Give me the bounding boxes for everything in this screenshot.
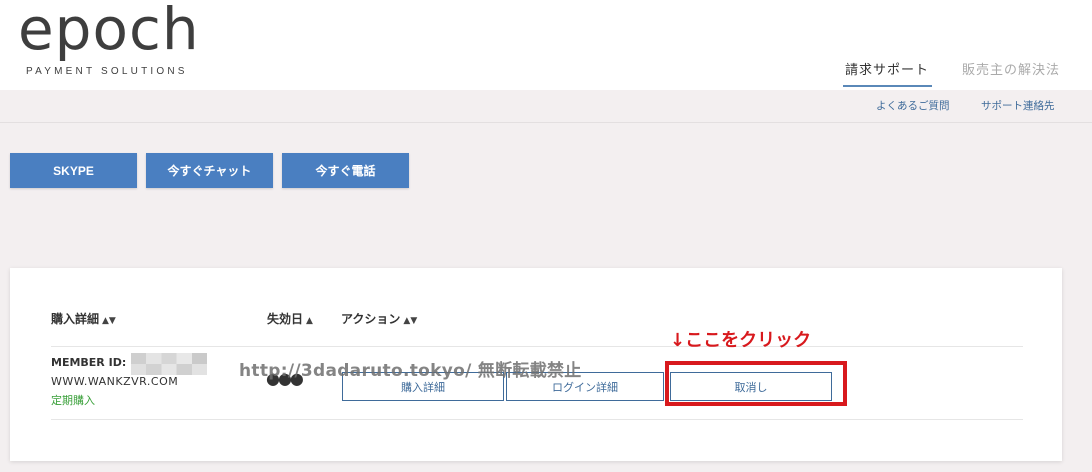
member-id-label: MEMBER ID: <box>51 356 127 369</box>
sort-both-icon: ▲▼ <box>102 316 116 326</box>
chat-now-button[interactable]: 今すぐチャット <box>146 153 273 188</box>
table-row-divider <box>51 419 1023 420</box>
subnav-divider <box>0 122 1092 123</box>
table-row-divider <box>51 346 1023 347</box>
column-header-label: アクション <box>341 312 401 326</box>
tab-billing-support[interactable]: 請求サポート <box>845 59 929 78</box>
click-here-annotation: ↓ここをクリック <box>670 330 812 351</box>
watermark: http://3dadaruto.tokyo/ 無断転載禁止 <box>239 361 582 381</box>
column-header-label: 購入詳細 <box>51 312 100 326</box>
header: epoch PAYMENT SOLUTIONS 請求サポート 販売主の解決法 <box>0 0 1092 90</box>
logo-tagline: PAYMENT SOLUTIONS <box>26 66 188 77</box>
redacted-member-id <box>131 364 207 375</box>
plan-type: 定期購入 <box>51 394 95 407</box>
site-name: WWW.WANKZVR.COM <box>51 375 179 388</box>
column-header-label: 失効日 <box>267 312 304 326</box>
epoch-logo[interactable]: epoch <box>18 0 200 64</box>
call-now-button[interactable]: 今すぐ電話 <box>282 153 409 188</box>
skype-button[interactable]: SKYPE <box>10 153 137 188</box>
support-contact-link[interactable]: サポート連絡先 <box>981 98 1055 113</box>
cancel-highlight-box <box>665 361 847 406</box>
sort-ascending-icon: ▲ <box>306 316 313 326</box>
active-tab-indicator <box>843 85 932 87</box>
sort-both-icon: ▲▼ <box>403 316 418 326</box>
tab-merchant-solutions[interactable]: 販売主の解決法 <box>962 59 1060 78</box>
faq-link[interactable]: よくあるご質問 <box>876 98 950 113</box>
column-header-purchase-details[interactable]: 購入詳細 ▲▼ <box>51 310 116 327</box>
column-header-expiry[interactable]: 失効日 ▲ <box>267 310 313 327</box>
column-header-action[interactable]: アクション ▲▼ <box>341 310 417 327</box>
